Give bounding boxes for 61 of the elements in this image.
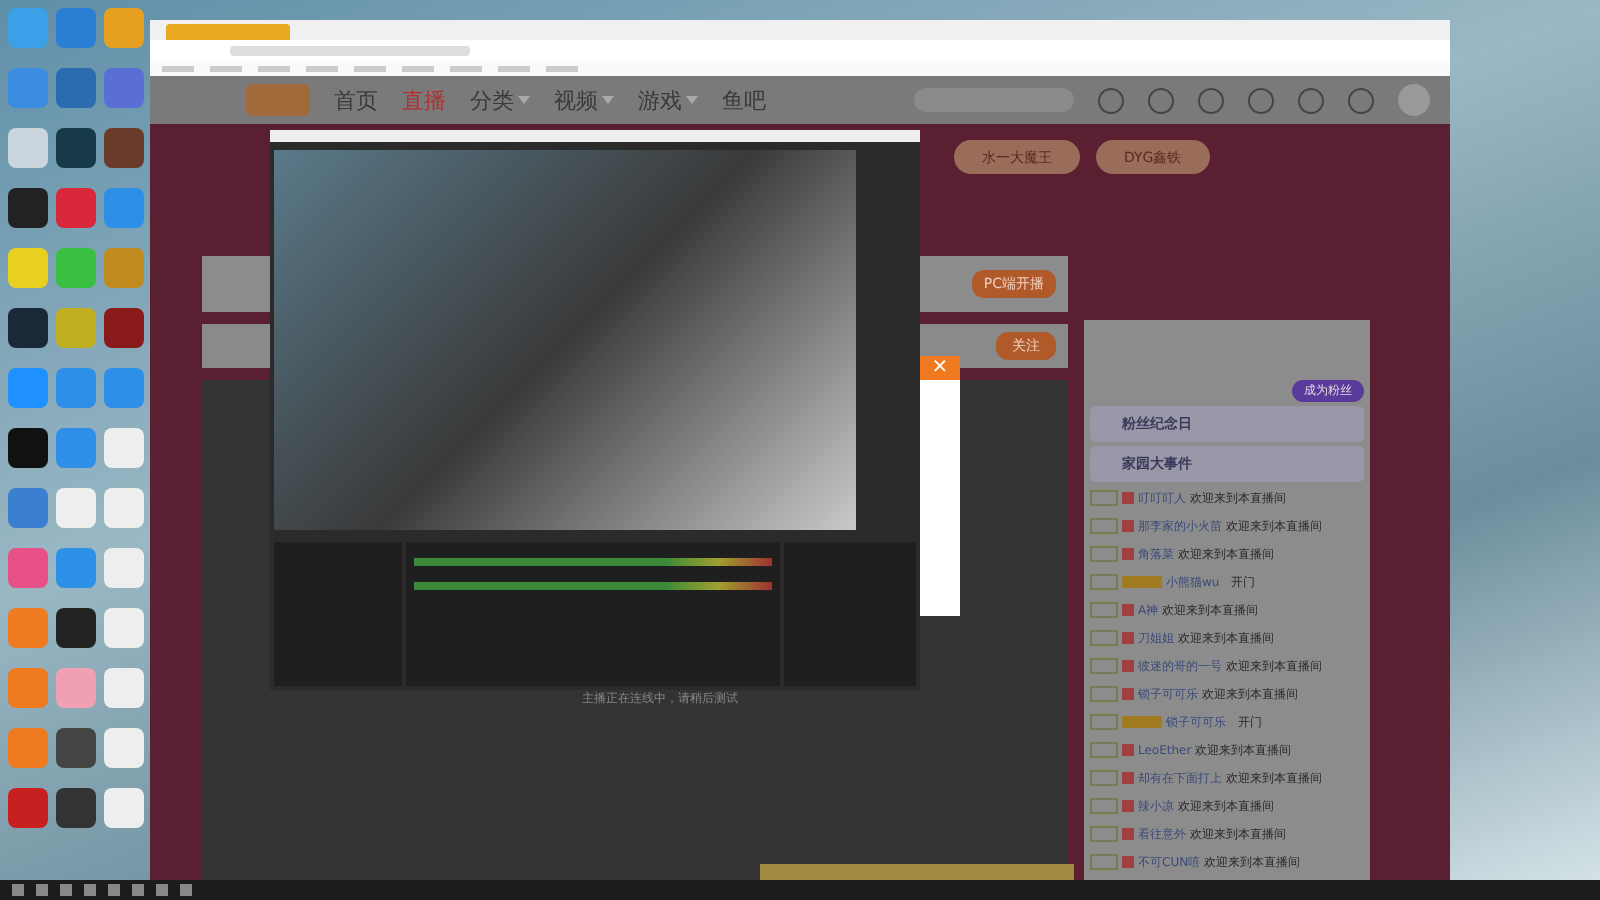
app-icon[interactable] [56,728,96,768]
app-icon[interactable] [104,308,144,348]
level-badge [1090,630,1118,646]
level-badge [1090,798,1118,814]
bookmark-item[interactable] [258,65,290,71]
bookmark-item[interactable] [354,65,386,71]
level-badge [1090,826,1118,842]
level-badge [1090,546,1118,562]
nav-link[interactable]: 视频 [554,85,614,115]
bookmark-item[interactable] [546,65,578,71]
app-icon[interactable] [8,308,48,348]
medal-icon [1122,604,1134,616]
avatar-icon[interactable] [1398,84,1430,116]
medal-icon [1122,688,1134,700]
header-icon[interactable] [1348,87,1374,113]
address-bar[interactable] [230,45,470,55]
header-icon[interactable] [1098,87,1124,113]
header-icon[interactable] [1248,87,1274,113]
app-icon[interactable] [56,128,96,168]
app-icon[interactable] [56,788,96,828]
nav-link[interactable]: 鱼吧 [722,85,766,115]
app-icon[interactable] [8,428,48,468]
medal-icon [1122,800,1134,812]
level-badge [1090,854,1118,870]
level-badge [1090,770,1118,786]
bookmark-item[interactable] [162,65,194,71]
medal-icon [1122,548,1134,560]
medal-icon [1122,492,1134,504]
header-icon[interactable] [1298,87,1324,113]
app-icon[interactable] [8,188,48,228]
app-icon[interactable] [56,608,96,648]
medal-icon [1122,856,1134,868]
site-logo[interactable] [246,84,310,116]
bookmark-item[interactable] [402,65,434,71]
nav-link[interactable]: 分类 [470,85,530,115]
nav-link[interactable]: 游戏 [638,85,698,115]
level-badge [1090,686,1118,702]
medal-icon [1122,660,1134,672]
level-badge [1090,574,1118,590]
bookmark-item[interactable] [210,65,242,71]
noble-badge [1122,716,1162,728]
header-icon[interactable] [1198,87,1224,113]
medal-icon [1122,828,1134,840]
level-badge [1090,658,1118,674]
level-badge [1090,714,1118,730]
bookmark-item[interactable] [498,65,530,71]
level-badge [1090,742,1118,758]
level-badge [1090,602,1118,618]
medal-icon [1122,520,1134,532]
browser-tab[interactable] [166,24,290,40]
medal-icon [1122,772,1134,784]
level-badge [1090,490,1118,506]
bookmark-item[interactable] [306,65,338,71]
bookmark-item[interactable] [450,65,482,71]
medal-icon [1122,744,1134,756]
medal-icon [1122,632,1134,644]
header-icon[interactable] [1148,87,1174,113]
nav-link[interactable]: 首页 [334,85,378,115]
level-badge [1090,518,1118,534]
nav-link[interactable]: 直播 [402,85,446,115]
noble-badge [1122,576,1162,588]
